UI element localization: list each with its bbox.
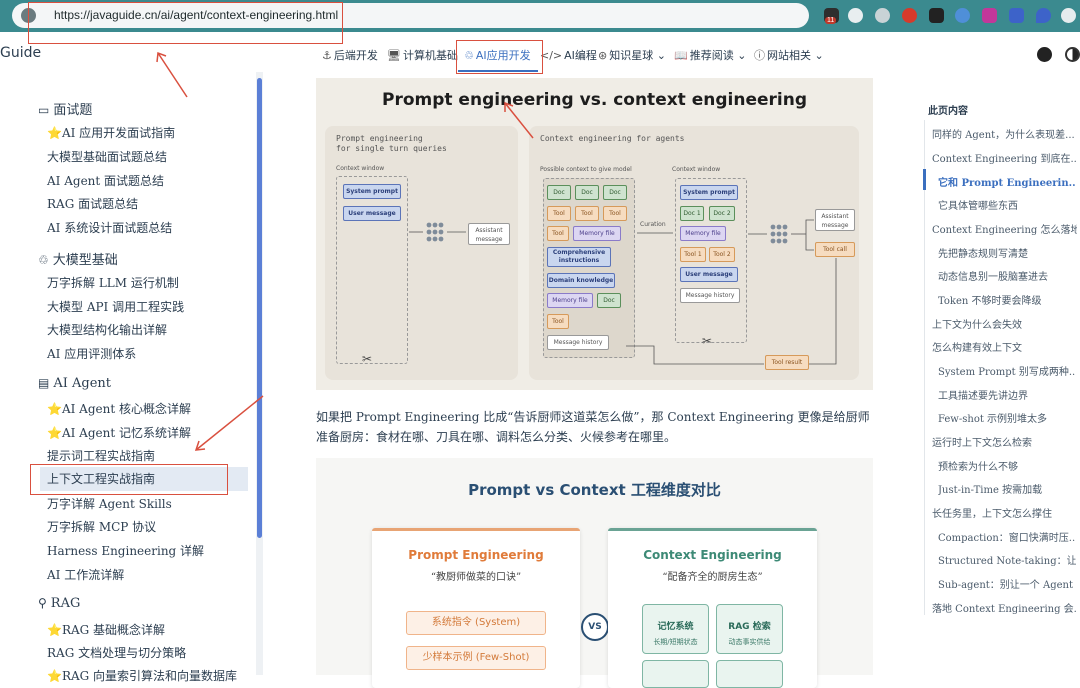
annotation-arrows — [156, 51, 534, 451]
